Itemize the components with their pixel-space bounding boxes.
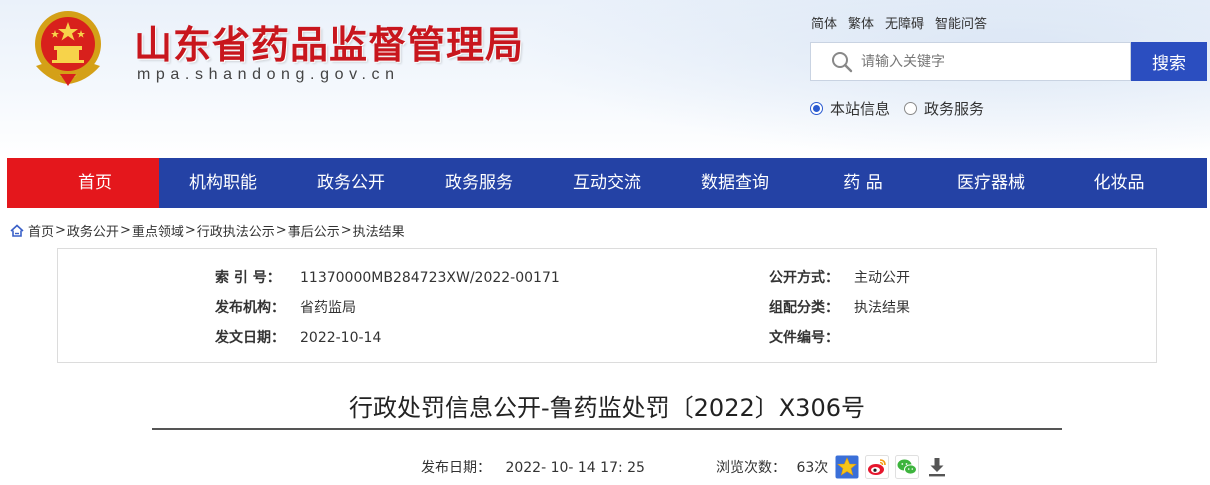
favorite-star-icon[interactable] xyxy=(835,455,859,479)
breadcrumb-home[interactable]: 首页 xyxy=(28,221,54,240)
view-count: 浏览次数： 63次 xyxy=(716,457,828,477)
site-header: 山东省药品监督管理局 mpa.shandong.gov.cn 简体 繁体 无障碍… xyxy=(0,0,1210,158)
search-box xyxy=(810,42,1131,81)
meta-issue-date-value: 2022-10-14 xyxy=(300,330,382,346)
meta-index-no-label: 索 引 号： xyxy=(215,270,281,286)
search-scope: 本站信息 政务服务 xyxy=(810,98,984,119)
meta-doc-no: 文件编号： xyxy=(769,327,854,347)
site-domain: mpa.shandong.gov.cn xyxy=(137,66,400,83)
breadcrumb-gov-affairs[interactable]: 政务公开 xyxy=(67,221,119,240)
meta-issue-date: 发文日期： 2022-10-14 xyxy=(215,327,381,347)
meta-open-mode-label: 公开方式： xyxy=(769,270,839,286)
meta-publish-org-value: 省药监局 xyxy=(300,300,356,316)
meta-category-label: 组配分类： xyxy=(769,300,839,316)
breadcrumb-enforcement[interactable]: 行政执法公示 xyxy=(197,221,275,240)
nav-home[interactable]: 首页 xyxy=(7,158,159,208)
scope-gov-service[interactable]: 政务服务 xyxy=(904,98,984,119)
meta-open-mode-value: 主动公开 xyxy=(854,270,910,286)
publish-date: 发布日期： 2022- 10- 14 17: 25 xyxy=(421,457,645,477)
meta-issue-date-label: 发文日期： xyxy=(215,330,285,346)
radio-gov-service[interactable] xyxy=(904,102,918,115)
meta-doc-no-label: 文件编号： xyxy=(769,330,839,346)
top-links: 简体 繁体 无障碍 智能问答 xyxy=(811,13,987,32)
meta-publish-org-label: 发布机构： xyxy=(215,300,285,316)
link-traditional[interactable]: 繁体 xyxy=(848,13,874,32)
scope-gov-service-label: 政务服务 xyxy=(924,100,985,118)
title-divider xyxy=(152,428,1062,430)
wechat-icon[interactable] xyxy=(895,455,919,479)
publish-date-label: 发布日期： xyxy=(421,460,491,476)
national-emblem-icon xyxy=(35,11,101,86)
link-simplified[interactable]: 简体 xyxy=(811,13,837,32)
document-meta-box: 索 引 号： 11370000MB284723XW/2022-00171 发布机构… xyxy=(57,248,1157,363)
link-smart-qa[interactable]: 智能问答 xyxy=(935,13,987,32)
nav-drugs[interactable]: 药 品 xyxy=(799,158,927,208)
nav-organization[interactable]: 机构职能 xyxy=(159,158,287,208)
view-count-value: 63次 xyxy=(796,460,829,476)
search-icon xyxy=(832,52,853,73)
nav-medical-devices[interactable]: 医疗器械 xyxy=(927,158,1055,208)
breadcrumb: 首页 > 政务公开 > 重点领域 > 行政执法公示 > 事后公示 > 执法结果 xyxy=(10,221,405,240)
scope-site-info[interactable]: 本站信息 xyxy=(810,98,890,119)
meta-publish-org: 发布机构： 省药监局 xyxy=(215,297,356,317)
site-title: 山东省药品监督管理局 xyxy=(134,23,525,67)
nav-gov-service[interactable]: 政务服务 xyxy=(415,158,543,208)
nav-interaction[interactable]: 互动交流 xyxy=(543,158,671,208)
share-icons xyxy=(835,455,949,479)
nav-cosmetics[interactable]: 化妆品 xyxy=(1055,158,1183,208)
meta-index-no-value: 11370000MB284723XW/2022-00171 xyxy=(300,270,560,286)
meta-open-mode: 公开方式： 主动公开 xyxy=(769,267,910,287)
breadcrumb-post-publicity[interactable]: 事后公示 xyxy=(288,221,340,240)
download-icon[interactable] xyxy=(925,455,949,479)
search-button[interactable]: 搜索 xyxy=(1131,42,1207,81)
home-icon xyxy=(10,224,24,237)
breadcrumb-results[interactable]: 执法结果 xyxy=(353,221,405,240)
publish-date-value: 2022- 10- 14 17: 25 xyxy=(505,460,645,476)
radio-site-info[interactable] xyxy=(810,102,823,115)
weibo-icon[interactable] xyxy=(865,455,889,479)
link-accessibility[interactable]: 无障碍 xyxy=(885,13,924,32)
view-count-label: 浏览次数： xyxy=(716,460,786,476)
meta-category: 组配分类： 执法结果 xyxy=(769,297,910,317)
meta-index-no: 索 引 号： 11370000MB284723XW/2022-00171 xyxy=(215,267,560,287)
nav-data-query[interactable]: 数据查询 xyxy=(671,158,799,208)
scope-site-info-label: 本站信息 xyxy=(830,100,891,118)
main-nav: 首页 机构职能 政务公开 政务服务 互动交流 数据查询 药 品 医疗器械 化妆品 xyxy=(7,158,1207,208)
breadcrumb-key-areas[interactable]: 重点领域 xyxy=(132,221,184,240)
nav-gov-affairs[interactable]: 政务公开 xyxy=(287,158,415,208)
document-title: 行政处罚信息公开-鲁药监处罚〔2022〕X306号 xyxy=(349,394,865,422)
meta-category-value: 执法结果 xyxy=(854,300,910,316)
search-input[interactable] xyxy=(861,49,1121,75)
